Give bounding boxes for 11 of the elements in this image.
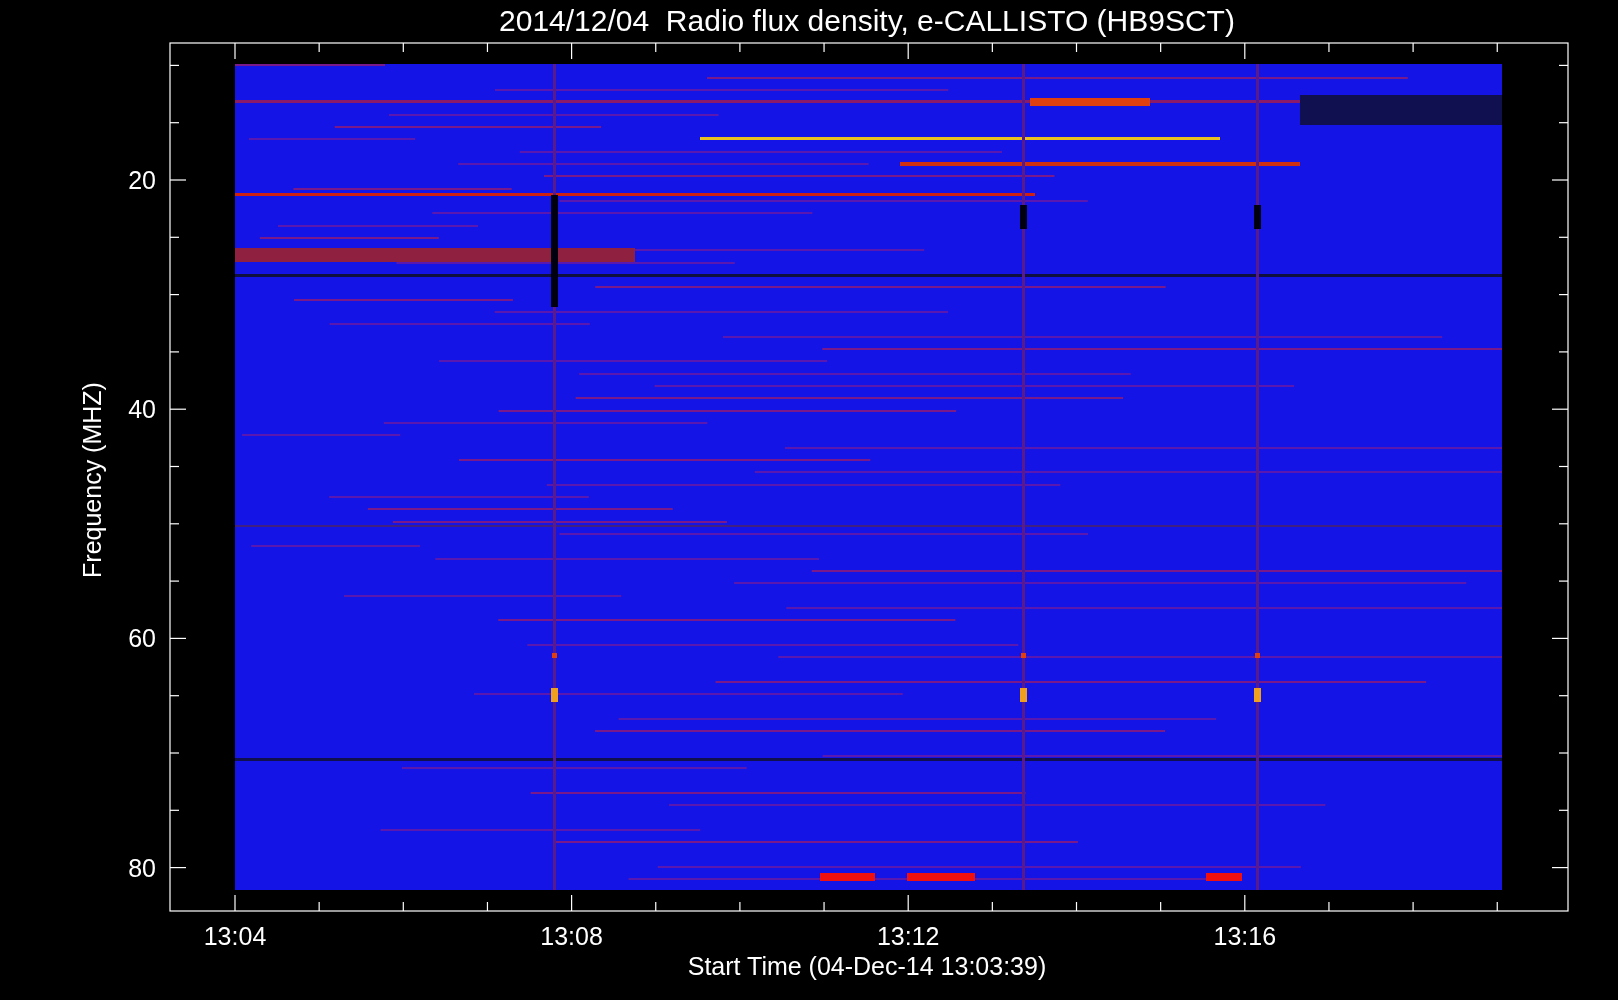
x-tick-label: 13:16	[1213, 922, 1277, 950]
y-axis-label: Frequency (MHZ)	[78, 382, 106, 578]
x-axis-label: Start Time (04-Dec-14 13:03:39)	[687, 952, 1047, 980]
x-tick-label: 13:08	[540, 922, 603, 950]
y-tick-label: 80	[128, 853, 156, 882]
x-tick-label: 13:04	[203, 922, 267, 950]
y-tick-label: 20	[128, 166, 156, 194]
chart-title: 2014/12/04 Radio flux density, e-CALLISTO (HB9SCT)	[499, 4, 1235, 37]
x-tick-label: 13:12	[876, 922, 940, 950]
y-tick-label: 60	[128, 624, 156, 653]
y-tick-label: 40	[128, 395, 156, 424]
